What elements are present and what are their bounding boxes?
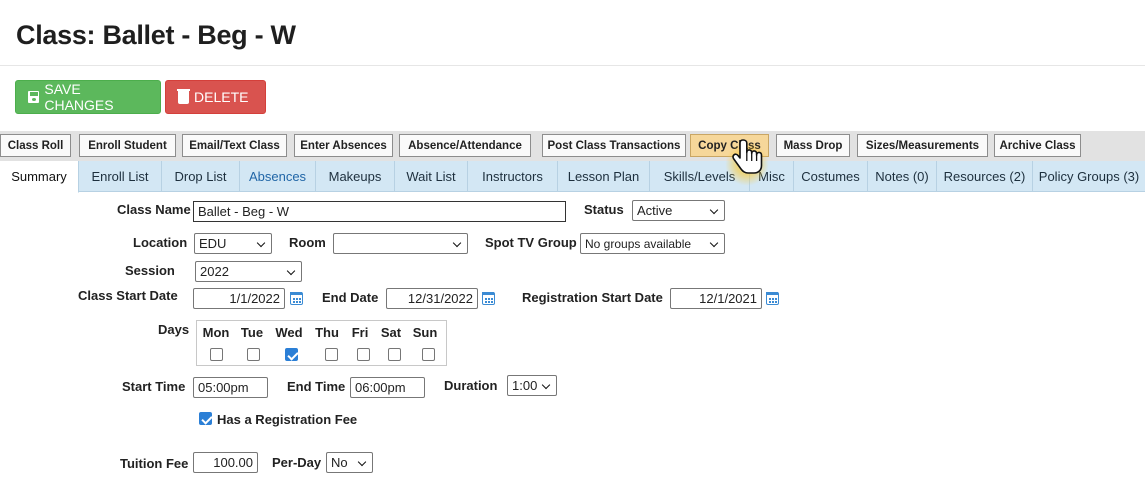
- day-wed-checkbox[interactable]: [285, 348, 298, 361]
- class-actions-bar: Class Roll Enroll Student Email/Text Cla…: [0, 131, 1145, 161]
- days-grid: Mon Tue Wed Thu Fri Sat Sun: [196, 320, 447, 366]
- status-select[interactable]: Active: [632, 200, 725, 221]
- day-fri-checkbox[interactable]: [357, 348, 370, 361]
- tab-absences[interactable]: Absences: [240, 161, 316, 192]
- location-select[interactable]: EDU: [194, 233, 272, 254]
- class-start-date-label: Class Start Date: [78, 288, 178, 303]
- day-tue-label: Tue: [240, 325, 264, 340]
- class-name-input[interactable]: Ballet - Beg - W: [193, 201, 566, 222]
- title-bar: Class: Ballet - Beg - W: [0, 0, 1145, 66]
- day-tue-checkbox[interactable]: [247, 348, 260, 361]
- status-label: Status: [584, 202, 624, 217]
- day-fri-label: Fri: [351, 325, 369, 340]
- tab-notes[interactable]: Notes (0): [868, 161, 937, 192]
- class-tabs: Summary Enroll List Drop List Absences M…: [0, 161, 1145, 193]
- enter-absences-button[interactable]: Enter Absences: [294, 134, 393, 157]
- tab-drop-list[interactable]: Drop List: [162, 161, 240, 192]
- day-mon-label: Mon: [202, 325, 230, 340]
- save-changes-label: SAVE CHANGES: [44, 81, 114, 113]
- spot-tv-group-select[interactable]: No groups available: [580, 233, 725, 254]
- start-time-label: Start Time: [122, 379, 186, 394]
- tab-summary[interactable]: Summary: [0, 161, 79, 193]
- absence-attendance-button[interactable]: Absence/Attendance: [399, 134, 531, 157]
- registration-fee-checkbox[interactable]: [199, 412, 212, 425]
- per-day-select[interactable]: No: [326, 452, 373, 473]
- archive-class-button[interactable]: Archive Class: [994, 134, 1081, 157]
- mass-drop-button[interactable]: Mass Drop: [776, 134, 850, 157]
- email-text-class-button[interactable]: Email/Text Class: [182, 134, 287, 157]
- location-label: Location: [133, 235, 188, 250]
- session-select[interactable]: 2022: [195, 261, 302, 282]
- start-time-input[interactable]: 05:00pm: [193, 377, 268, 398]
- delete-label: DELETE: [194, 89, 249, 105]
- day-wed-label: Wed: [275, 325, 303, 340]
- end-date-input[interactable]: 12/31/2022: [386, 288, 478, 309]
- day-sun-checkbox[interactable]: [422, 348, 435, 361]
- day-sun-label: Sun: [412, 325, 438, 340]
- day-thu-checkbox[interactable]: [325, 348, 338, 361]
- duration-select[interactable]: 1:00: [507, 375, 557, 396]
- session-label: Session: [125, 263, 175, 278]
- sizes-measurements-button[interactable]: Sizes/Measurements: [857, 134, 988, 157]
- hand-pointer-icon: [732, 139, 763, 174]
- registration-start-date-label: Registration Start Date: [522, 290, 663, 305]
- page-title: Class: Ballet - Beg - W: [16, 20, 296, 50]
- registration-fee-label: Has a Registration Fee: [217, 412, 358, 427]
- trash-icon: [177, 88, 190, 104]
- tab-makeups[interactable]: Makeups: [316, 161, 395, 192]
- tab-wait-list[interactable]: Wait List: [395, 161, 468, 192]
- enroll-student-button[interactable]: Enroll Student: [79, 134, 176, 157]
- room-label: Room: [289, 235, 326, 250]
- end-date-label: End Date: [322, 290, 379, 305]
- days-label: Days: [158, 322, 190, 337]
- floppy-disk-icon: [28, 91, 40, 103]
- class-page: Class: Ballet - Beg - W SAVE CHANGES DEL…: [0, 0, 1145, 481]
- calendar-icon[interactable]: [766, 292, 779, 305]
- post-class-transactions-button[interactable]: Post Class Transactions: [542, 134, 686, 157]
- tab-enroll-list[interactable]: Enroll List: [79, 161, 162, 192]
- end-time-label: End Time: [287, 379, 346, 394]
- tuition-fee-label: Tuition Fee: [120, 456, 189, 471]
- tab-resources[interactable]: Resources (2): [937, 161, 1033, 192]
- tab-lesson-plan[interactable]: Lesson Plan: [558, 161, 650, 192]
- spot-tv-group-label: Spot TV Group: [485, 235, 577, 250]
- save-changes-button[interactable]: SAVE CHANGES: [15, 80, 161, 114]
- calendar-icon[interactable]: [290, 292, 303, 305]
- end-time-input[interactable]: 06:00pm: [350, 377, 425, 398]
- room-select[interactable]: [333, 233, 468, 254]
- day-mon-checkbox[interactable]: [210, 348, 223, 361]
- class-start-date-input[interactable]: 1/1/2022: [193, 288, 285, 309]
- class-name-label: Class Name: [117, 202, 191, 217]
- duration-label: Duration: [444, 378, 498, 393]
- tab-costumes[interactable]: Costumes: [794, 161, 868, 192]
- tab-policy-groups[interactable]: Policy Groups (3): [1033, 161, 1145, 192]
- day-sat-checkbox[interactable]: [388, 348, 401, 361]
- registration-start-date-input[interactable]: 12/1/2021: [670, 288, 762, 309]
- delete-button[interactable]: DELETE: [165, 80, 266, 114]
- tuition-fee-input[interactable]: 100.00: [193, 452, 258, 473]
- calendar-icon[interactable]: [482, 292, 495, 305]
- per-day-label: Per-Day: [272, 455, 322, 470]
- day-sat-label: Sat: [380, 325, 402, 340]
- class-roll-button[interactable]: Class Roll: [0, 134, 71, 157]
- day-thu-label: Thu: [315, 325, 339, 340]
- summary-form: Class Name Ballet - Beg - W Status Activ…: [0, 192, 1145, 481]
- tab-instructors[interactable]: Instructors: [468, 161, 558, 192]
